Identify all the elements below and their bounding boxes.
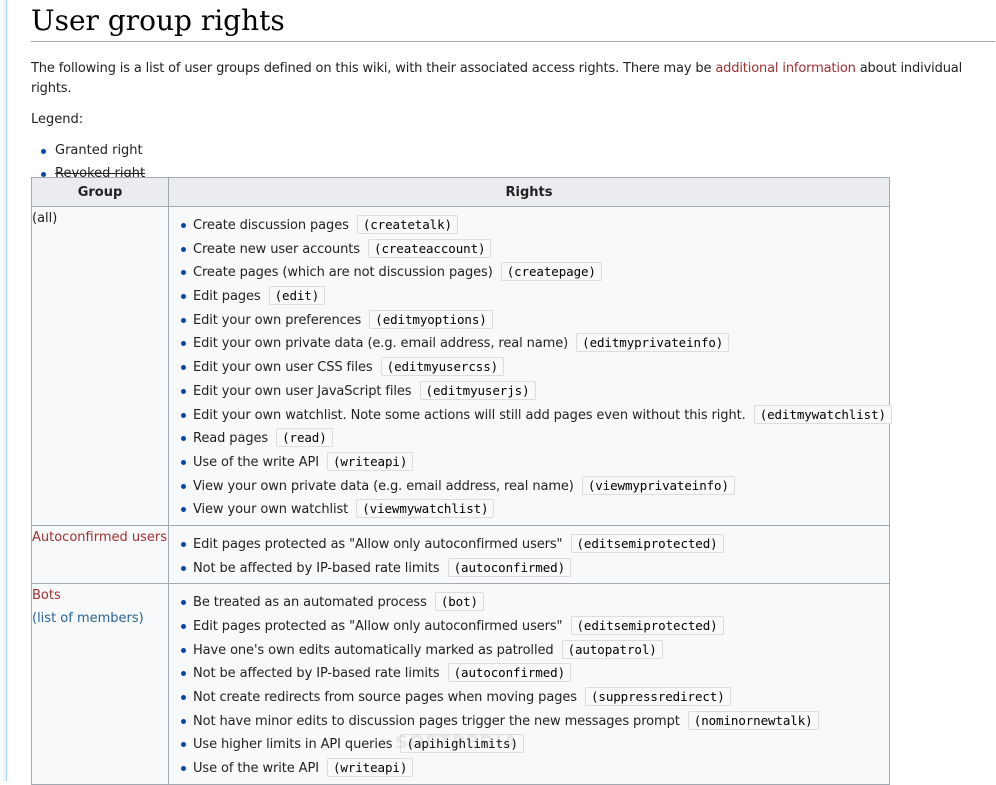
- list-item: Use of the write API (writeapi): [169, 450, 889, 474]
- user-group-rights-table: Group Rights (all) Create discussion page…: [31, 177, 892, 785]
- list-item: Read pages (read): [169, 426, 889, 450]
- list-item: Create discussion pages (createtalk): [169, 213, 889, 237]
- right-code: (autoconfirmed): [447, 663, 572, 683]
- right-code: (editmyuserjs): [419, 380, 536, 400]
- right-label: Not be affected by IP-based rate limits: [193, 666, 440, 682]
- list-item: Not be affected by IP-based rate limits …: [169, 556, 889, 580]
- page-title: User group rights: [31, 3, 995, 42]
- list-of-members-link[interactable]: (list of members): [32, 607, 168, 630]
- list-item: Not create redirects from source pages w…: [169, 685, 889, 709]
- list-item: Edit pages protected as "Allow only auto…: [169, 532, 889, 556]
- right-code: (autopatrol): [561, 639, 663, 659]
- legend-granted: Granted right: [31, 139, 991, 162]
- right-label: View your own watchlist: [193, 502, 349, 518]
- right-code: (editmyprivateinfo): [576, 333, 730, 353]
- right-label: Edit your own user JavaScript files: [193, 383, 412, 399]
- rights-cell: Edit pages protected as "Allow only auto…: [168, 524, 890, 585]
- right-label: Edit your own private data (e.g. email a…: [193, 336, 569, 352]
- sidebar-edge: [0, 0, 7, 781]
- right-label: Create discussion pages: [193, 218, 349, 233]
- table-row: (all) Create discussion pages (createtalk…: [31, 206, 892, 526]
- list-item: Be treated as an automated process (bot): [169, 590, 889, 614]
- watermark-logo: SOFTPEDIA: [395, 732, 518, 753]
- right-label: Edit pages: [193, 289, 261, 305]
- table-row: Autoconfirmed users Edit pages protected …: [31, 524, 890, 585]
- rights-list: Create discussion pages (createtalk) Crea…: [169, 207, 892, 525]
- list-item: View your own private data (e.g. email a…: [169, 474, 889, 498]
- right-label: Use higher limits in API queries: [193, 737, 393, 753]
- right-label: Use of the write API: [193, 761, 319, 777]
- group-cell: Autoconfirmed users: [31, 524, 169, 585]
- right-label: Be treated as an automated process: [193, 595, 427, 611]
- list-item: Edit your own preferences (editmyoptions…: [169, 308, 889, 332]
- right-code: (editmyusercss): [380, 357, 505, 377]
- right-code: (viewmywatchlist): [356, 499, 495, 519]
- group-cell: (all): [31, 206, 169, 526]
- right-code: (autoconfirmed): [447, 557, 572, 577]
- list-item: Edit your own watchlist. Note some actio…: [169, 403, 892, 427]
- rights-cell: Create discussion pages (createtalk) Crea…: [168, 206, 892, 526]
- right-code: (createpage): [500, 262, 602, 282]
- rights-list: Edit pages protected as "Allow only auto…: [169, 526, 889, 583]
- right-label: Not have minor edits to discussion pages…: [193, 713, 680, 729]
- right-code: (viewmyprivateinfo): [581, 475, 735, 495]
- right-code: (editmyoptions): [369, 309, 493, 329]
- list-item: Edit pages (edit): [169, 284, 889, 308]
- right-label: Edit pages protected as "Allow only auto…: [193, 536, 563, 552]
- right-code: (suppressredirect): [584, 687, 731, 707]
- list-item: Not be affected by IP-based rate limits …: [169, 661, 889, 685]
- right-label: Not be affected by IP-based rate limits: [193, 560, 440, 576]
- list-item: Create pages (which are not discussion p…: [169, 260, 889, 284]
- list-item: Use higher limits in API queries (apihig…: [169, 732, 889, 756]
- right-label: View your own private data (e.g. email a…: [193, 478, 574, 494]
- right-code: (editsemiprotected): [570, 616, 724, 635]
- right-code: (createaccount): [368, 238, 492, 258]
- right-code: (editmywatchlist): [753, 404, 892, 424]
- list-item: Edit your own user JavaScript files (edi…: [169, 379, 889, 403]
- group-name: (all): [32, 211, 58, 226]
- right-code: (nominornewtalk): [687, 710, 819, 730]
- rights-column-header: Rights: [168, 177, 890, 207]
- group-cell: Bots (list of members): [31, 583, 169, 785]
- list-item: Edit pages protected as "Allow only auto…: [169, 614, 889, 638]
- group-name[interactable]: Bots: [32, 584, 168, 607]
- right-code: (createtalk): [356, 215, 458, 234]
- right-code: (read): [276, 428, 333, 448]
- right-label: Create new user accounts: [193, 241, 360, 257]
- table-header-row: Group Rights: [31, 177, 890, 207]
- right-code: (editsemiprotected): [570, 533, 724, 553]
- right-code: (bot): [434, 592, 484, 612]
- intro-before: The following is a list of user groups d…: [31, 61, 716, 76]
- list-item: Have one's own edits automatically marke…: [169, 638, 889, 662]
- list-item: Use of the write API (writeapi): [169, 756, 889, 780]
- right-label: Have one's own edits automatically marke…: [193, 642, 554, 658]
- list-item: Create new user accounts (createaccount): [169, 237, 889, 261]
- list-item: View your own watchlist (viewmywatchlist…: [169, 497, 889, 521]
- rights-list: Be treated as an automated process (bot)…: [169, 584, 889, 784]
- main-content: User group rights The following is a lis…: [31, 0, 995, 185]
- right-label: Edit pages protected as "Allow only auto…: [193, 619, 563, 634]
- right-label: Edit your own watchlist. Note some actio…: [193, 407, 746, 423]
- rights-cell: Be treated as an automated process (bot)…: [168, 583, 890, 785]
- intro-text: The following is a list of user groups d…: [31, 59, 991, 99]
- group-name[interactable]: Autoconfirmed users: [32, 526, 168, 549]
- right-label: Read pages: [193, 431, 269, 447]
- right-code: (writeapi): [326, 451, 414, 471]
- right-label: Create pages (which are not discussion p…: [193, 265, 493, 281]
- table-row: Bots (list of members) Be treated as an au…: [31, 583, 890, 785]
- right-label: Use of the write API: [193, 454, 319, 470]
- right-code: (writeapi): [326, 758, 414, 778]
- table-body: (all) Create discussion pages (createtalk…: [31, 206, 892, 785]
- list-item: Edit your own user CSS files (editmyuser…: [169, 355, 889, 379]
- list-item: Edit your own private data (e.g. email a…: [169, 331, 889, 355]
- additional-information-link[interactable]: additional information: [715, 61, 856, 76]
- group-column-header: Group: [31, 177, 169, 207]
- right-label: Edit your own preferences: [193, 312, 362, 328]
- right-label: Not create redirects from source pages w…: [193, 690, 577, 706]
- right-code: (edit): [268, 286, 326, 306]
- right-label: Edit your own user CSS files: [193, 360, 373, 376]
- list-item: Not have minor edits to discussion pages…: [169, 709, 889, 733]
- legend-label: Legend:: [31, 112, 84, 127]
